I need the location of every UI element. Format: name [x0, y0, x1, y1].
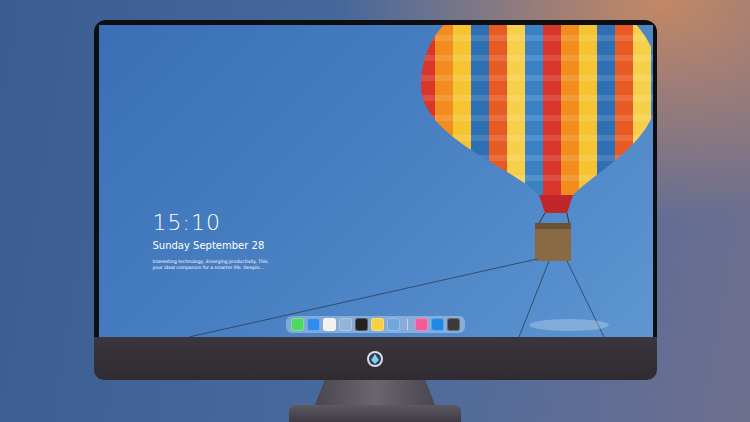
- tagline-line: your ideal companion for a smarter life.…: [153, 265, 353, 271]
- lock-clock: 15:10 Sunday September 28 Interesting tech…: [153, 211, 353, 271]
- dock-app-icon[interactable]: [355, 318, 368, 331]
- dock-app-icon[interactable]: [447, 318, 460, 331]
- balloon-picture: [99, 25, 653, 337]
- tagline: Interesting technology, Emerging product…: [153, 259, 353, 271]
- tagline-line: Interesting technology, Emerging product…: [153, 259, 353, 265]
- brand-logo-icon: [366, 350, 384, 368]
- desktop-screen: 15:10 Sunday September 28 Interesting tech…: [99, 25, 653, 337]
- monitor-mockup: 15:10 Sunday September 28 Interesting tech…: [0, 0, 750, 422]
- monitor-chin: [94, 337, 657, 380]
- stand-neck: [315, 380, 435, 405]
- clock-time: 15:10: [153, 211, 353, 235]
- clock-date: Sunday September 28: [153, 239, 353, 252]
- dock-app-icon[interactable]: [371, 318, 384, 331]
- dock-separator: [407, 319, 408, 330]
- dock: [286, 316, 465, 333]
- monitor-bezel: 15:10 Sunday September 28 Interesting tech…: [94, 20, 657, 337]
- dock-app-icon[interactable]: [323, 318, 336, 331]
- dock-app-icon[interactable]: [431, 318, 444, 331]
- dock-app-icon[interactable]: [339, 318, 352, 331]
- dock-app-icon[interactable]: [415, 318, 428, 331]
- stand-base: [289, 405, 461, 422]
- dock-app-icon[interactable]: [307, 318, 320, 331]
- dock-app-icon[interactable]: [387, 318, 400, 331]
- dock-app-icon[interactable]: [291, 318, 304, 331]
